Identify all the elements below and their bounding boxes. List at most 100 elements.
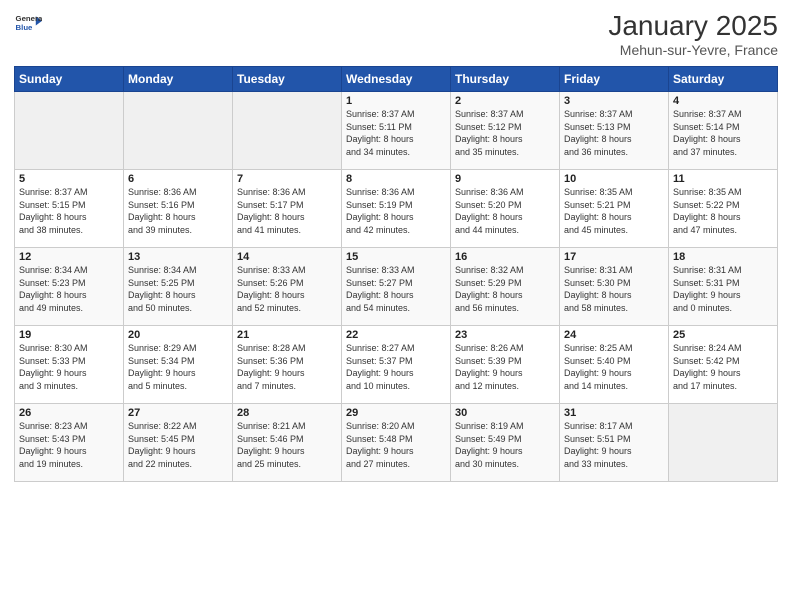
day-info: Sunrise: 8:20 AM Sunset: 5:48 PM Dayligh… <box>346 420 446 470</box>
day-number: 26 <box>19 407 119 419</box>
day-info: Sunrise: 8:32 AM Sunset: 5:29 PM Dayligh… <box>455 264 555 314</box>
header-sunday: Sunday <box>15 67 124 92</box>
calendar-cell: 18Sunrise: 8:31 AM Sunset: 5:31 PM Dayli… <box>669 248 778 326</box>
day-info: Sunrise: 8:36 AM Sunset: 5:17 PM Dayligh… <box>237 186 337 236</box>
calendar-cell: 11Sunrise: 8:35 AM Sunset: 5:22 PM Dayli… <box>669 170 778 248</box>
day-info: Sunrise: 8:31 AM Sunset: 5:31 PM Dayligh… <box>673 264 773 314</box>
calendar-week-4: 19Sunrise: 8:30 AM Sunset: 5:33 PM Dayli… <box>15 326 778 404</box>
day-info: Sunrise: 8:26 AM Sunset: 5:39 PM Dayligh… <box>455 342 555 392</box>
day-info: Sunrise: 8:34 AM Sunset: 5:23 PM Dayligh… <box>19 264 119 314</box>
header: General Blue January 2025 Mehun-sur-Yevr… <box>14 10 778 58</box>
calendar-cell: 7Sunrise: 8:36 AM Sunset: 5:17 PM Daylig… <box>233 170 342 248</box>
calendar-cell: 26Sunrise: 8:23 AM Sunset: 5:43 PM Dayli… <box>15 404 124 482</box>
day-info: Sunrise: 8:22 AM Sunset: 5:45 PM Dayligh… <box>128 420 228 470</box>
day-info: Sunrise: 8:25 AM Sunset: 5:40 PM Dayligh… <box>564 342 664 392</box>
calendar-cell: 10Sunrise: 8:35 AM Sunset: 5:21 PM Dayli… <box>560 170 669 248</box>
day-info: Sunrise: 8:19 AM Sunset: 5:49 PM Dayligh… <box>455 420 555 470</box>
svg-text:General: General <box>16 14 42 23</box>
logo-icon: General Blue <box>14 10 42 38</box>
calendar-cell <box>669 404 778 482</box>
calendar-cell: 15Sunrise: 8:33 AM Sunset: 5:27 PM Dayli… <box>342 248 451 326</box>
calendar-cell <box>124 92 233 170</box>
calendar-cell: 24Sunrise: 8:25 AM Sunset: 5:40 PM Dayli… <box>560 326 669 404</box>
calendar-cell: 2Sunrise: 8:37 AM Sunset: 5:12 PM Daylig… <box>451 92 560 170</box>
day-number: 6 <box>128 173 228 185</box>
calendar-cell: 31Sunrise: 8:17 AM Sunset: 5:51 PM Dayli… <box>560 404 669 482</box>
calendar-cell: 17Sunrise: 8:31 AM Sunset: 5:30 PM Dayli… <box>560 248 669 326</box>
calendar-cell: 12Sunrise: 8:34 AM Sunset: 5:23 PM Dayli… <box>15 248 124 326</box>
day-number: 5 <box>19 173 119 185</box>
day-info: Sunrise: 8:23 AM Sunset: 5:43 PM Dayligh… <box>19 420 119 470</box>
calendar-cell: 29Sunrise: 8:20 AM Sunset: 5:48 PM Dayli… <box>342 404 451 482</box>
day-info: Sunrise: 8:27 AM Sunset: 5:37 PM Dayligh… <box>346 342 446 392</box>
calendar-cell: 6Sunrise: 8:36 AM Sunset: 5:16 PM Daylig… <box>124 170 233 248</box>
day-info: Sunrise: 8:17 AM Sunset: 5:51 PM Dayligh… <box>564 420 664 470</box>
day-number: 18 <box>673 251 773 263</box>
day-number: 28 <box>237 407 337 419</box>
day-info: Sunrise: 8:34 AM Sunset: 5:25 PM Dayligh… <box>128 264 228 314</box>
calendar-cell: 19Sunrise: 8:30 AM Sunset: 5:33 PM Dayli… <box>15 326 124 404</box>
day-info: Sunrise: 8:37 AM Sunset: 5:11 PM Dayligh… <box>346 108 446 158</box>
day-number: 15 <box>346 251 446 263</box>
header-saturday: Saturday <box>669 67 778 92</box>
day-info: Sunrise: 8:29 AM Sunset: 5:34 PM Dayligh… <box>128 342 228 392</box>
calendar-cell <box>15 92 124 170</box>
calendar-week-5: 26Sunrise: 8:23 AM Sunset: 5:43 PM Dayli… <box>15 404 778 482</box>
month-title: January 2025 <box>608 10 778 42</box>
calendar-cell: 8Sunrise: 8:36 AM Sunset: 5:19 PM Daylig… <box>342 170 451 248</box>
day-number: 27 <box>128 407 228 419</box>
day-number: 17 <box>564 251 664 263</box>
calendar-week-3: 12Sunrise: 8:34 AM Sunset: 5:23 PM Dayli… <box>15 248 778 326</box>
day-number: 22 <box>346 329 446 341</box>
day-number: 2 <box>455 95 555 107</box>
day-number: 8 <box>346 173 446 185</box>
calendar-cell: 9Sunrise: 8:36 AM Sunset: 5:20 PM Daylig… <box>451 170 560 248</box>
location: Mehun-sur-Yevre, France <box>608 42 778 58</box>
day-number: 25 <box>673 329 773 341</box>
calendar-cell: 5Sunrise: 8:37 AM Sunset: 5:15 PM Daylig… <box>15 170 124 248</box>
day-number: 9 <box>455 173 555 185</box>
day-number: 4 <box>673 95 773 107</box>
day-number: 20 <box>128 329 228 341</box>
calendar-cell: 16Sunrise: 8:32 AM Sunset: 5:29 PM Dayli… <box>451 248 560 326</box>
calendar-week-2: 5Sunrise: 8:37 AM Sunset: 5:15 PM Daylig… <box>15 170 778 248</box>
page-container: General Blue January 2025 Mehun-sur-Yevr… <box>0 0 792 488</box>
day-info: Sunrise: 8:36 AM Sunset: 5:20 PM Dayligh… <box>455 186 555 236</box>
day-number: 23 <box>455 329 555 341</box>
calendar-cell: 13Sunrise: 8:34 AM Sunset: 5:25 PM Dayli… <box>124 248 233 326</box>
calendar-cell: 25Sunrise: 8:24 AM Sunset: 5:42 PM Dayli… <box>669 326 778 404</box>
calendar-week-1: 1Sunrise: 8:37 AM Sunset: 5:11 PM Daylig… <box>15 92 778 170</box>
calendar-cell: 21Sunrise: 8:28 AM Sunset: 5:36 PM Dayli… <box>233 326 342 404</box>
day-info: Sunrise: 8:35 AM Sunset: 5:22 PM Dayligh… <box>673 186 773 236</box>
day-info: Sunrise: 8:37 AM Sunset: 5:14 PM Dayligh… <box>673 108 773 158</box>
calendar-cell: 28Sunrise: 8:21 AM Sunset: 5:46 PM Dayli… <box>233 404 342 482</box>
day-number: 21 <box>237 329 337 341</box>
day-info: Sunrise: 8:37 AM Sunset: 5:12 PM Dayligh… <box>455 108 555 158</box>
day-number: 7 <box>237 173 337 185</box>
header-monday: Monday <box>124 67 233 92</box>
day-number: 12 <box>19 251 119 263</box>
day-number: 24 <box>564 329 664 341</box>
calendar-cell: 30Sunrise: 8:19 AM Sunset: 5:49 PM Dayli… <box>451 404 560 482</box>
header-friday: Friday <box>560 67 669 92</box>
day-number: 14 <box>237 251 337 263</box>
day-number: 29 <box>346 407 446 419</box>
day-number: 31 <box>564 407 664 419</box>
day-info: Sunrise: 8:30 AM Sunset: 5:33 PM Dayligh… <box>19 342 119 392</box>
calendar-cell: 1Sunrise: 8:37 AM Sunset: 5:11 PM Daylig… <box>342 92 451 170</box>
day-number: 3 <box>564 95 664 107</box>
header-wednesday: Wednesday <box>342 67 451 92</box>
day-info: Sunrise: 8:21 AM Sunset: 5:46 PM Dayligh… <box>237 420 337 470</box>
day-info: Sunrise: 8:37 AM Sunset: 5:13 PM Dayligh… <box>564 108 664 158</box>
calendar-cell <box>233 92 342 170</box>
day-info: Sunrise: 8:37 AM Sunset: 5:15 PM Dayligh… <box>19 186 119 236</box>
day-number: 30 <box>455 407 555 419</box>
calendar-cell: 3Sunrise: 8:37 AM Sunset: 5:13 PM Daylig… <box>560 92 669 170</box>
day-info: Sunrise: 8:35 AM Sunset: 5:21 PM Dayligh… <box>564 186 664 236</box>
calendar-cell: 22Sunrise: 8:27 AM Sunset: 5:37 PM Dayli… <box>342 326 451 404</box>
day-number: 16 <box>455 251 555 263</box>
day-number: 11 <box>673 173 773 185</box>
day-number: 10 <box>564 173 664 185</box>
title-block: January 2025 Mehun-sur-Yevre, France <box>608 10 778 58</box>
svg-text:Blue: Blue <box>16 23 34 32</box>
